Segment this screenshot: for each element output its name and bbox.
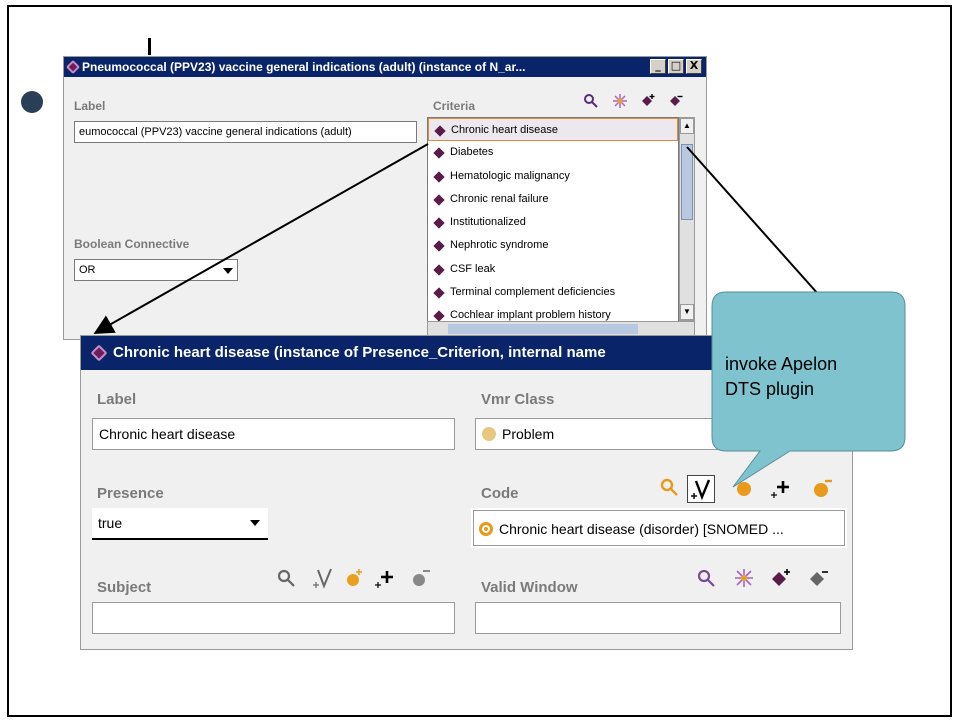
arrow-to-criterion-window — [93, 143, 429, 334]
callout-text: invoke Apelon DTS plugin — [725, 352, 895, 402]
callout-line-2: DTS plugin — [725, 379, 815, 399]
callout-line-1: invoke Apelon — [725, 354, 838, 374]
connector-line — [686, 146, 836, 314]
